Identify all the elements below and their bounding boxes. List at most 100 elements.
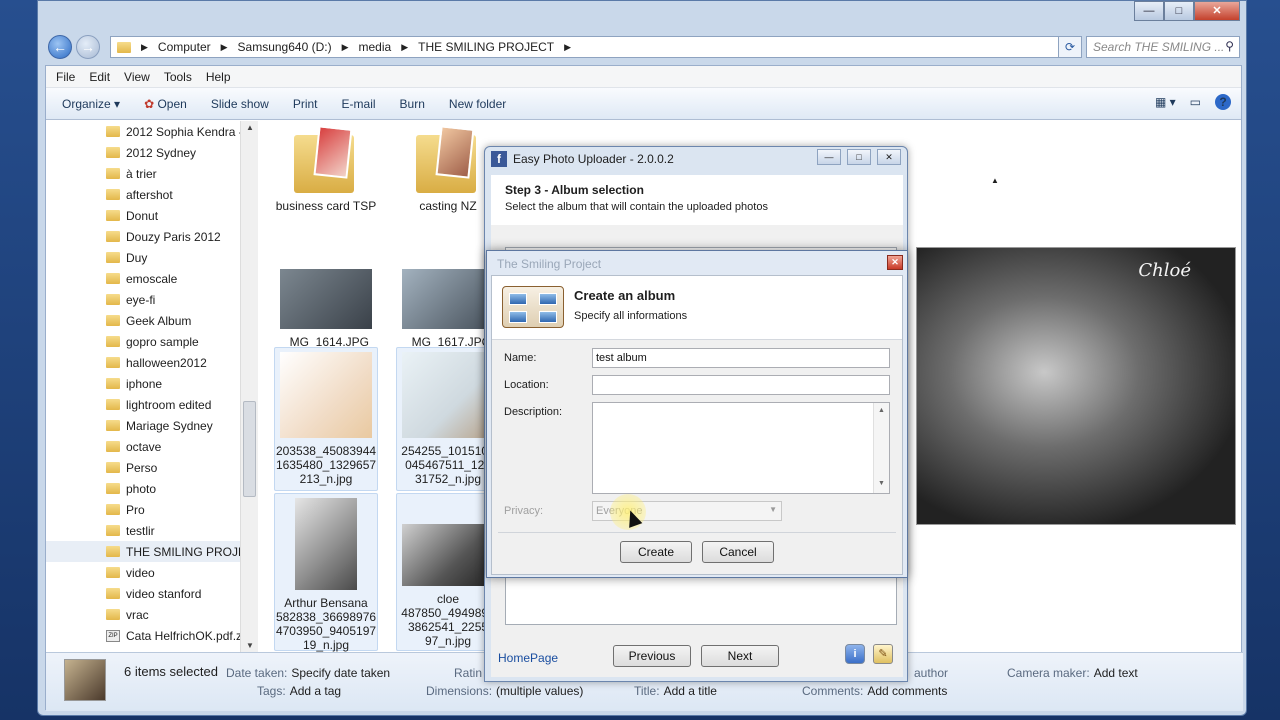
cancel-button[interactable]: Cancel — [702, 541, 774, 563]
settings-icon[interactable]: ✎ — [873, 644, 893, 664]
breadcrumb-computer[interactable]: Computer — [158, 40, 211, 54]
scroll-thumb[interactable] — [243, 401, 256, 497]
nav-scrollbar[interactable]: ▲ ▼ — [240, 121, 258, 652]
sidebar-item[interactable]: photo — [46, 478, 257, 499]
title-field[interactable]: Title: Add a title — [634, 684, 717, 698]
sidebar-item[interactable]: Donut — [46, 205, 257, 226]
print-button[interactable]: Print — [293, 97, 318, 111]
view-options-icon[interactable]: ▦ ▾ — [1155, 95, 1176, 109]
scroll-down-icon[interactable]: ▼ — [241, 641, 259, 650]
slideshow-button[interactable]: Slide show — [211, 97, 269, 111]
email-button[interactable]: E-mail — [342, 97, 376, 111]
new-folder-button[interactable]: New folder — [449, 97, 506, 111]
camera-maker-field[interactable]: Camera maker: Add text — [1007, 666, 1138, 680]
textarea-scrollbar[interactable]: ▲ ▼ — [873, 403, 889, 493]
file-tile-selected[interactable]: 203538_45083944 1635480_1329657 213_n.jp… — [274, 347, 378, 491]
refresh-button[interactable]: ⟳ — [1058, 36, 1082, 58]
breadcrumb-current-folder[interactable]: THE SMILING PROJECT — [418, 40, 554, 54]
file-tile-selected[interactable]: Arthur Bensana 582838_36698976 4703950_9… — [274, 493, 378, 652]
forward-button[interactable]: → — [76, 35, 100, 59]
close-button[interactable]: ✕ — [877, 149, 901, 165]
minimize-button[interactable]: — — [817, 149, 841, 165]
selection-count: 6 items selected — [124, 664, 218, 679]
location-input[interactable] — [592, 375, 890, 395]
sidebar-item[interactable]: emoscale — [46, 268, 257, 289]
close-button[interactable]: ✕ — [1194, 1, 1240, 21]
maximize-button[interactable]: □ — [1164, 1, 1194, 21]
menu-edit[interactable]: Edit — [89, 70, 110, 84]
tags-field[interactable]: Tags: Add a tag — [257, 684, 341, 698]
sidebar-item-label: aftershot — [126, 187, 173, 202]
sidebar-item[interactable]: 2012 Sophia Kendra - — [46, 121, 257, 142]
maximize-button[interactable]: □ — [847, 149, 871, 165]
sidebar-item[interactable]: lightroom edited — [46, 394, 257, 415]
sidebar-item[interactable]: gopro sample — [46, 331, 257, 352]
create-button[interactable]: Create — [620, 541, 692, 563]
search-input[interactable]: Search THE SMILING ... ⚲ — [1086, 36, 1240, 58]
create-album-dialog: The Smiling Project ✕ Create an album Sp… — [486, 250, 908, 578]
sidebar-item-label: 2012 Sophia Kendra - — [126, 124, 243, 139]
comments-field[interactable]: Comments: Add comments — [802, 684, 947, 698]
preview-pane-icon[interactable]: ▭ — [1190, 95, 1201, 109]
selection-thumbnail — [64, 659, 106, 701]
folder-icon — [106, 504, 120, 515]
sidebar-item[interactable]: Duy — [46, 247, 257, 268]
description-textarea[interactable]: ▲ ▼ — [592, 402, 890, 494]
scroll-up-icon[interactable]: ▲ — [988, 176, 1002, 216]
menu-file[interactable]: File — [56, 70, 75, 84]
scroll-up-icon[interactable]: ▲ — [241, 123, 259, 132]
sidebar-item[interactable]: à trier — [46, 163, 257, 184]
dialog-close-button[interactable]: ✕ — [887, 255, 903, 270]
date-taken-field[interactable]: Date taken: Specify date taken — [226, 666, 390, 680]
search-icon: ⚲ — [1225, 39, 1234, 53]
open-icon: ✿ — [144, 96, 158, 111]
burn-button[interactable]: Burn — [400, 97, 425, 111]
command-bar: Organize ▾ ✿ Open Slide show Print E-mai… — [46, 88, 1241, 120]
sidebar-item[interactable]: Mariage Sydney — [46, 415, 257, 436]
sidebar-item[interactable]: video stanford — [46, 583, 257, 604]
menu-view[interactable]: View — [124, 70, 150, 84]
dialog-title: The Smiling Project — [497, 257, 602, 271]
dimensions-field: Dimensions: (multiple values) — [426, 684, 584, 698]
uploader-title: Easy Photo Uploader - 2.0.0.2 — [513, 152, 674, 166]
file-tile[interactable]: _MG_1614.JPG — [274, 265, 378, 349]
breadcrumb-media[interactable]: media — [359, 40, 392, 54]
folder-icon — [294, 125, 358, 193]
sidebar-item[interactable]: testlir — [46, 520, 257, 541]
sidebar-item[interactable]: halloween2012 — [46, 352, 257, 373]
sidebar-item[interactable]: iphone — [46, 373, 257, 394]
author-field[interactable]: author — [914, 666, 952, 680]
next-button[interactable]: Next — [701, 645, 779, 667]
previous-button[interactable]: Previous — [613, 645, 691, 667]
minimize-button[interactable]: — — [1134, 1, 1164, 21]
breadcrumb-drive[interactable]: Samsung640 (D:) — [238, 40, 332, 54]
sidebar-item[interactable]: octave — [46, 436, 257, 457]
info-icon[interactable]: i — [845, 644, 865, 664]
sidebar-item[interactable]: Douzy Paris 2012 — [46, 226, 257, 247]
organize-button[interactable]: Organize ▾ — [62, 97, 120, 111]
homepage-link[interactable]: HomePage — [498, 651, 558, 665]
sidebar-item-label: photo — [126, 481, 157, 496]
sidebar-item[interactable]: eye-fi — [46, 289, 257, 310]
sidebar-item[interactable]: aftershot — [46, 184, 257, 205]
menu-tools[interactable]: Tools — [164, 70, 192, 84]
rating-field[interactable]: Ratin — [454, 666, 486, 680]
sidebar-item[interactable]: THE SMILING PROJEC — [46, 541, 257, 562]
sidebar-item[interactable]: ZIP Cata HelfrichOK.pdf.z — [46, 625, 257, 646]
sidebar-item[interactable]: 2012 Sydney — [46, 142, 257, 163]
help-icon[interactable]: ? — [1215, 94, 1231, 110]
sidebar-item[interactable]: Perso — [46, 457, 257, 478]
address-bar[interactable]: ▶ Computer ▶ Samsung640 (D:) ▶ media ▶ T… — [110, 36, 1132, 58]
folder-icon — [106, 315, 120, 326]
sidebar-item[interactable]: video — [46, 562, 257, 583]
sidebar-item[interactable]: Pro — [46, 499, 257, 520]
album-name-input[interactable]: test album — [592, 348, 890, 368]
sidebar-item-label: vrac — [126, 607, 149, 622]
back-button[interactable]: ← — [48, 35, 72, 59]
location-label: Location: — [504, 379, 549, 391]
open-button[interactable]: ✿ Open — [144, 97, 187, 111]
sidebar-item[interactable]: Geek Album — [46, 310, 257, 331]
sidebar-item[interactable]: vrac — [46, 604, 257, 625]
menu-help[interactable]: Help — [206, 70, 231, 84]
folder-tile[interactable]: business card TSP — [274, 123, 378, 213]
